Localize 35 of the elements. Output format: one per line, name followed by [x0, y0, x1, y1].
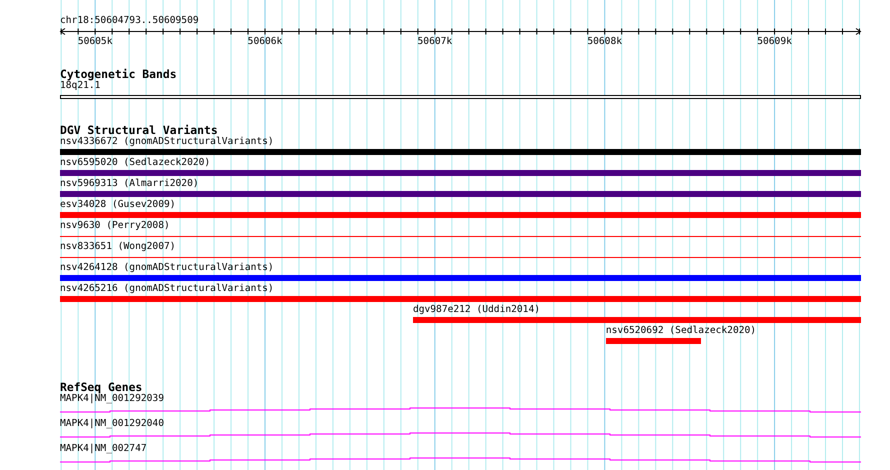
variant-label[interactable]: nsv4336672 (gnomADStructuralVariants) — [60, 136, 274, 148]
variant-label[interactable]: nsv6595020 (Sedlazeck2020) — [60, 157, 210, 169]
band-label: 18q21.1 — [60, 80, 100, 92]
track-title: Cytogenetic Bands — [60, 68, 178, 80]
tick-label: 50605k — [78, 36, 112, 47]
variant-bar[interactable] — [606, 338, 701, 344]
gene-line[interactable] — [60, 432, 861, 438]
variant-bar[interactable] — [60, 170, 861, 176]
track-title: DGV Structural Variants — [60, 124, 218, 136]
gene-label[interactable]: MAPK4|NM_002747 — [60, 443, 861, 455]
gene-label[interactable]: MAPK4|NM_001292040 — [60, 418, 861, 430]
variant-bar[interactable] — [412, 317, 861, 323]
gene-line[interactable] — [60, 408, 861, 412]
variant-label[interactable]: nsv833651 (Wong2007) — [60, 241, 176, 253]
variant-label[interactable]: esv34028 (Gusev2009) — [60, 199, 176, 211]
track-title: RefSeq Genes — [60, 381, 142, 393]
variant-label[interactable]: nsv6520692 (Sedlazeck2020) — [606, 325, 756, 337]
tick-label: 50607k — [418, 36, 452, 47]
tick-label: 50608k — [587, 36, 622, 47]
variant-label[interactable]: nsv9630 (Perry2008) — [60, 220, 170, 232]
region-label: chr18:50604793..50609509 — [60, 15, 200, 27]
variant-bar[interactable] — [60, 212, 861, 218]
gene-label[interactable]: MAPK4|NM_001292039 — [60, 393, 861, 405]
variant-bar[interactable] — [60, 296, 861, 302]
tick-label: 50606k — [248, 36, 282, 47]
variant-label[interactable]: nsv4265216 (gnomADStructuralVariants) — [60, 283, 274, 295]
tick-label: 50609k — [757, 36, 792, 47]
variant-label[interactable]: nsv5969313 (Almarri2020) — [60, 178, 199, 190]
variant-label[interactable]: nsv4264128 (gnomADStructuralVariants) — [60, 262, 274, 274]
variant-bar[interactable] — [60, 275, 861, 281]
variant-bar[interactable] — [60, 149, 861, 155]
gene-line[interactable] — [60, 458, 861, 462]
variant-bar[interactable] — [60, 191, 861, 197]
variant-line[interactable] — [60, 256, 861, 258]
variant-label[interactable]: dgv987e212 (Uddin2014) — [412, 304, 540, 316]
